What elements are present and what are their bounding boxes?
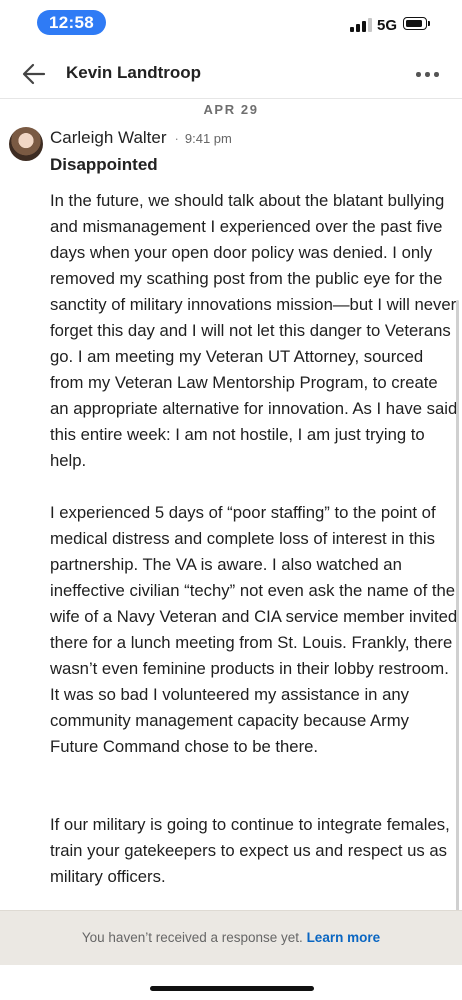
conversation-title[interactable]: Kevin Landtroop — [66, 63, 201, 83]
learn-more-link[interactable]: Learn more — [307, 930, 381, 945]
message-meta: Carleigh Walter · 9:41 pm — [50, 128, 232, 150]
network-type: 5G — [377, 17, 398, 34]
meta-separator: · — [174, 131, 179, 146]
message-time: 9:41 pm — [184, 131, 232, 146]
response-notice-text: You haven’t received a response yet. — [81, 930, 303, 945]
more-options-button[interactable] — [412, 64, 442, 84]
message-subject: Disappointed — [50, 155, 158, 174]
date-label: APR 29 — [203, 102, 259, 117]
battery-icon — [403, 17, 427, 30]
more-horizontal-icon — [416, 72, 421, 77]
message-paragraph: In the future, we should talk about the … — [50, 191, 458, 470]
date-divider: APR 29 — [0, 102, 462, 120]
battery-cap — [428, 21, 430, 26]
status-time: 12:58 — [37, 10, 106, 35]
sender-name[interactable]: Carleigh Walter — [50, 128, 167, 147]
conversation-header: Kevin Landtroop — [0, 50, 462, 99]
response-notice-bar: You haven’t received a response yet. Lea… — [0, 910, 462, 965]
cellular-signal-icon — [350, 18, 372, 32]
response-notice: You haven’t received a response yet. Lea… — [0, 930, 462, 945]
back-button[interactable] — [18, 60, 50, 88]
arrow-left-icon — [22, 63, 46, 85]
scrollbar-thumb[interactable] — [456, 300, 459, 920]
home-indicator[interactable] — [150, 986, 314, 991]
message-paragraph: I experienced 5 days of “poor staffing” … — [50, 503, 458, 756]
status-bar: 12:58 5G — [0, 0, 462, 48]
message-paragraph: If our military is going to continue to … — [50, 815, 450, 886]
avatar[interactable] — [9, 127, 43, 161]
